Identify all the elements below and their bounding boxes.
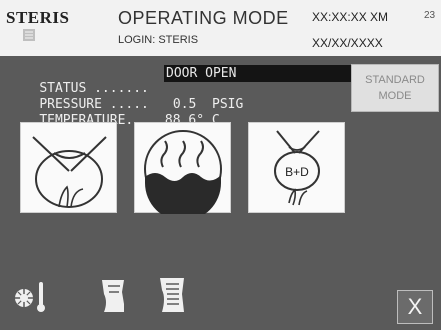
print-report-button[interactable]	[152, 272, 192, 316]
gravity-cycle-button[interactable]	[20, 122, 117, 213]
bowie-dick-label: B+D	[285, 165, 309, 179]
time-display: XX:XX:XX XM	[312, 10, 389, 24]
bowie-dick-test-icon: B+D	[274, 130, 320, 206]
brand-logo: STERIS	[6, 8, 70, 27]
status-row: STATUS ....... DOOR OPEN	[8, 65, 357, 96]
status-value: DOOR OPEN	[166, 66, 237, 81]
print-receipt-icon	[102, 280, 124, 312]
status-panel: STATUS ....... DOOR OPEN PRESSURE ..... 0…	[0, 64, 357, 128]
standard-mode-button[interactable]: STANDARD MODE	[351, 64, 439, 112]
standard-mode-line2: MODE	[378, 90, 412, 102]
close-button[interactable]: X	[397, 290, 433, 324]
bowie-dick-test-button[interactable]: B+D	[248, 122, 345, 213]
pressure-row: PRESSURE ..... 0.5 PSIG	[8, 82, 243, 112]
print-report-icon	[160, 278, 184, 312]
standard-mode-line1: STANDARD	[365, 74, 425, 86]
prevac-steam-cycle-icon	[144, 130, 222, 214]
login-label: LOGIN: STERIS	[118, 34, 199, 46]
unit-id-label: 23	[424, 10, 436, 21]
temperature-gauge-icon	[15, 282, 45, 312]
gravity-cycle-icon	[32, 136, 107, 208]
print-receipt-button[interactable]	[94, 272, 134, 316]
temperature-gauge-button[interactable]	[10, 272, 50, 316]
temperature-row: TEMPERATURE... 88.6° C	[8, 98, 219, 128]
page-title: OPERATING MODE	[118, 8, 289, 28]
brand-badge-icon	[23, 29, 35, 41]
prevac-steam-cycle-button[interactable]	[134, 122, 231, 214]
header-bar: STERIS OPERATING MODE LOGIN: STERIS XX:X…	[0, 0, 441, 56]
date-display: XX/XX/XXXX	[312, 36, 383, 50]
